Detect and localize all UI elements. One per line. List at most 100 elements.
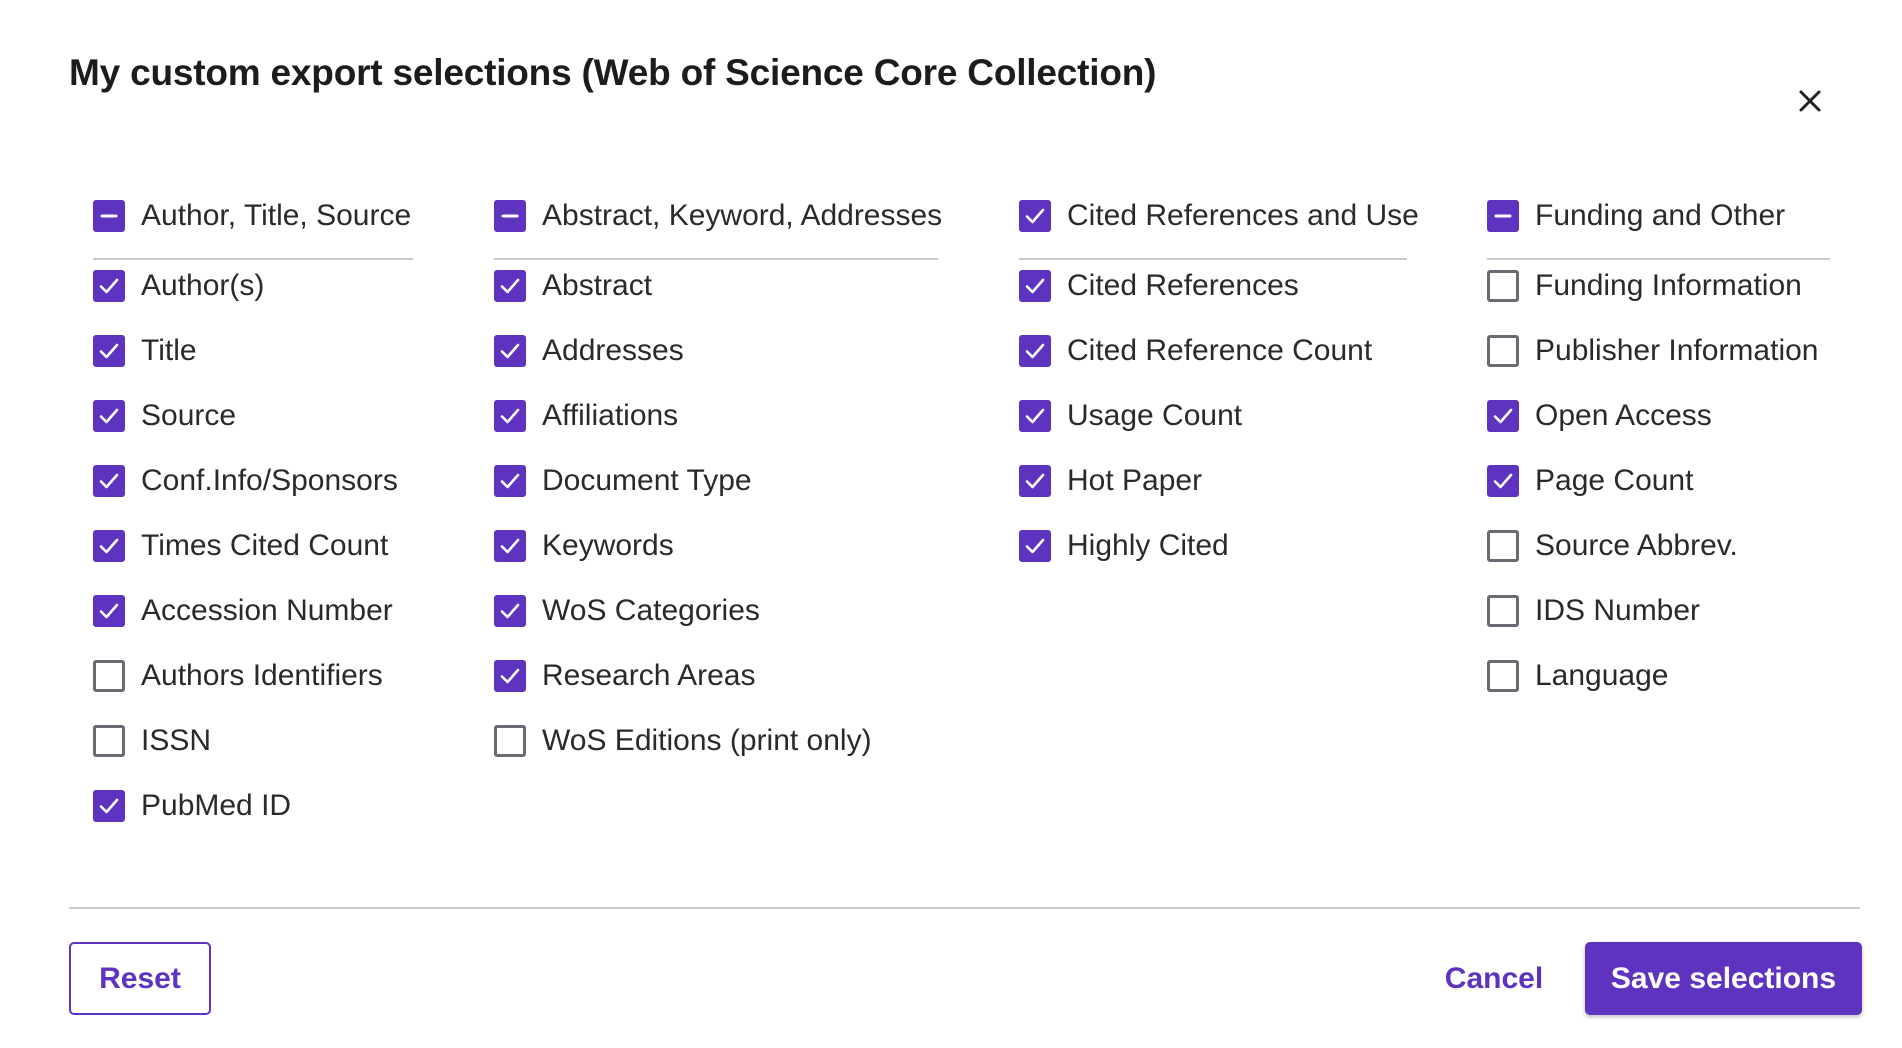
option-document-type[interactable]: Document Type xyxy=(494,461,938,501)
group-header-author-title-source[interactable]: Author, Title, Source xyxy=(93,196,413,260)
option-label: Page Count xyxy=(1535,464,1694,497)
option-cited-references[interactable]: Cited References xyxy=(1019,266,1407,306)
indeterminate-icon xyxy=(100,214,118,218)
option-label: Times Cited Count xyxy=(141,529,389,562)
footer-divider xyxy=(69,907,1860,909)
checkmark-icon xyxy=(500,473,520,489)
option-author-s[interactable]: Author(s) xyxy=(93,266,413,306)
checkbox-checked[interactable] xyxy=(93,595,125,627)
option-label: Conf.Info/Sponsors xyxy=(141,464,398,497)
checkbox-indeterminate[interactable] xyxy=(93,200,125,232)
option-label: Funding Information xyxy=(1535,269,1802,302)
checkbox-unchecked[interactable] xyxy=(1487,530,1519,562)
option-list: Abstract Addresses Affiliations Document Ty… xyxy=(494,260,938,761)
group-header-label: Abstract, Keyword, Addresses xyxy=(542,199,943,232)
option-usage-count[interactable]: Usage Count xyxy=(1019,396,1407,436)
checkbox-unchecked[interactable] xyxy=(1487,335,1519,367)
reset-button[interactable]: Reset xyxy=(69,942,211,1015)
save-selections-button[interactable]: Save selections xyxy=(1585,942,1862,1015)
checkbox-unchecked[interactable] xyxy=(1487,595,1519,627)
checkbox-checked[interactable] xyxy=(494,595,526,627)
column-cited-references-and-use: Cited References and Use Cited References… xyxy=(1019,196,1419,566)
group-header-label: Author, Title, Source xyxy=(141,199,412,232)
checkbox-checked[interactable] xyxy=(1019,400,1051,432)
option-wos-categories[interactable]: WoS Categories xyxy=(494,591,938,631)
group-header-label: Funding and Other xyxy=(1535,199,1786,232)
option-label: Keywords xyxy=(542,529,674,562)
option-publisher-information[interactable]: Publisher Information xyxy=(1487,331,1830,371)
checkbox-checked[interactable] xyxy=(1019,270,1051,302)
option-label: WoS Editions (print only) xyxy=(542,724,872,757)
checkbox-checked[interactable] xyxy=(494,270,526,302)
checkbox-checked[interactable] xyxy=(1019,530,1051,562)
group-header-cited-references-and-use[interactable]: Cited References and Use xyxy=(1019,196,1419,260)
option-research-areas[interactable]: Research Areas xyxy=(494,656,938,696)
option-source[interactable]: Source xyxy=(93,396,413,436)
checkbox-checked[interactable] xyxy=(93,335,125,367)
option-list: Cited References Cited Reference Count Usa… xyxy=(1019,260,1407,566)
option-source-abbrev[interactable]: Source Abbrev. xyxy=(1487,526,1830,566)
option-keywords[interactable]: Keywords xyxy=(494,526,938,566)
checkbox-checked[interactable] xyxy=(1019,335,1051,367)
option-list: Funding Information Publisher Information… xyxy=(1487,260,1830,696)
option-conf-info-sponsors[interactable]: Conf.Info/Sponsors xyxy=(93,461,413,501)
checkmark-icon xyxy=(1025,408,1045,424)
checkbox-indeterminate[interactable] xyxy=(494,200,526,232)
checkbox-checked[interactable] xyxy=(494,335,526,367)
option-page-count[interactable]: Page Count xyxy=(1487,461,1830,501)
option-label: WoS Categories xyxy=(542,594,760,627)
option-abstract[interactable]: Abstract xyxy=(494,266,938,306)
checkbox-unchecked[interactable] xyxy=(494,725,526,757)
group-header-funding-and-other[interactable]: Funding and Other xyxy=(1487,196,1830,260)
option-highly-cited[interactable]: Highly Cited xyxy=(1019,526,1407,566)
option-cited-reference-count[interactable]: Cited Reference Count xyxy=(1019,331,1407,371)
option-issn[interactable]: ISSN xyxy=(93,721,413,761)
option-label: Document Type xyxy=(542,464,752,497)
checkbox-checked[interactable] xyxy=(93,270,125,302)
group-header-abstract-keyword-addresses[interactable]: Abstract, Keyword, Addresses xyxy=(494,196,942,260)
option-title[interactable]: Title xyxy=(93,331,413,371)
option-accession-number[interactable]: Accession Number xyxy=(93,591,413,631)
dialog-title: My custom export selections (Web of Scie… xyxy=(69,52,1157,93)
close-button[interactable] xyxy=(1790,81,1830,121)
close-icon xyxy=(1799,90,1821,112)
checkbox-unchecked[interactable] xyxy=(1487,660,1519,692)
checkmark-icon xyxy=(99,798,119,814)
checkbox-checked[interactable] xyxy=(1487,465,1519,497)
option-affiliations[interactable]: Affiliations xyxy=(494,396,938,436)
checkbox-checked[interactable] xyxy=(93,530,125,562)
option-hot-paper[interactable]: Hot Paper xyxy=(1019,461,1407,501)
cancel-button[interactable]: Cancel xyxy=(1424,942,1564,1015)
checkmark-icon xyxy=(500,668,520,684)
checkbox-unchecked[interactable] xyxy=(93,660,125,692)
option-label: Author(s) xyxy=(141,269,265,302)
option-open-access[interactable]: Open Access xyxy=(1487,396,1830,436)
checkbox-checked[interactable] xyxy=(494,400,526,432)
checkmark-icon xyxy=(500,408,520,424)
option-pubmed-id[interactable]: PubMed ID xyxy=(93,786,413,826)
checkbox-checked[interactable] xyxy=(93,400,125,432)
option-addresses[interactable]: Addresses xyxy=(494,331,938,371)
checkbox-checked[interactable] xyxy=(494,660,526,692)
option-times-cited-count[interactable]: Times Cited Count xyxy=(93,526,413,566)
checkbox-unchecked[interactable] xyxy=(93,725,125,757)
checkbox-checked[interactable] xyxy=(494,465,526,497)
checkbox-checked[interactable] xyxy=(494,530,526,562)
option-label: ISSN xyxy=(141,724,212,757)
option-authors-identifiers[interactable]: Authors Identifiers xyxy=(93,656,413,696)
option-funding-information[interactable]: Funding Information xyxy=(1487,266,1830,306)
checkbox-checked[interactable] xyxy=(93,465,125,497)
option-label: Title xyxy=(141,334,197,367)
option-language[interactable]: Language xyxy=(1487,656,1830,696)
checkbox-indeterminate[interactable] xyxy=(1487,200,1519,232)
checkbox-checked[interactable] xyxy=(1487,400,1519,432)
checkbox-checked[interactable] xyxy=(1019,200,1051,232)
option-label: Source Abbrev. xyxy=(1535,529,1738,562)
checkmark-icon xyxy=(99,538,119,554)
checkbox-checked[interactable] xyxy=(93,790,125,822)
checkbox-unchecked[interactable] xyxy=(1487,270,1519,302)
checkbox-checked[interactable] xyxy=(1019,465,1051,497)
option-wos-editions-print-only[interactable]: WoS Editions (print only) xyxy=(494,721,938,761)
option-label: Authors Identifiers xyxy=(141,659,383,692)
option-ids-number[interactable]: IDS Number xyxy=(1487,591,1830,631)
